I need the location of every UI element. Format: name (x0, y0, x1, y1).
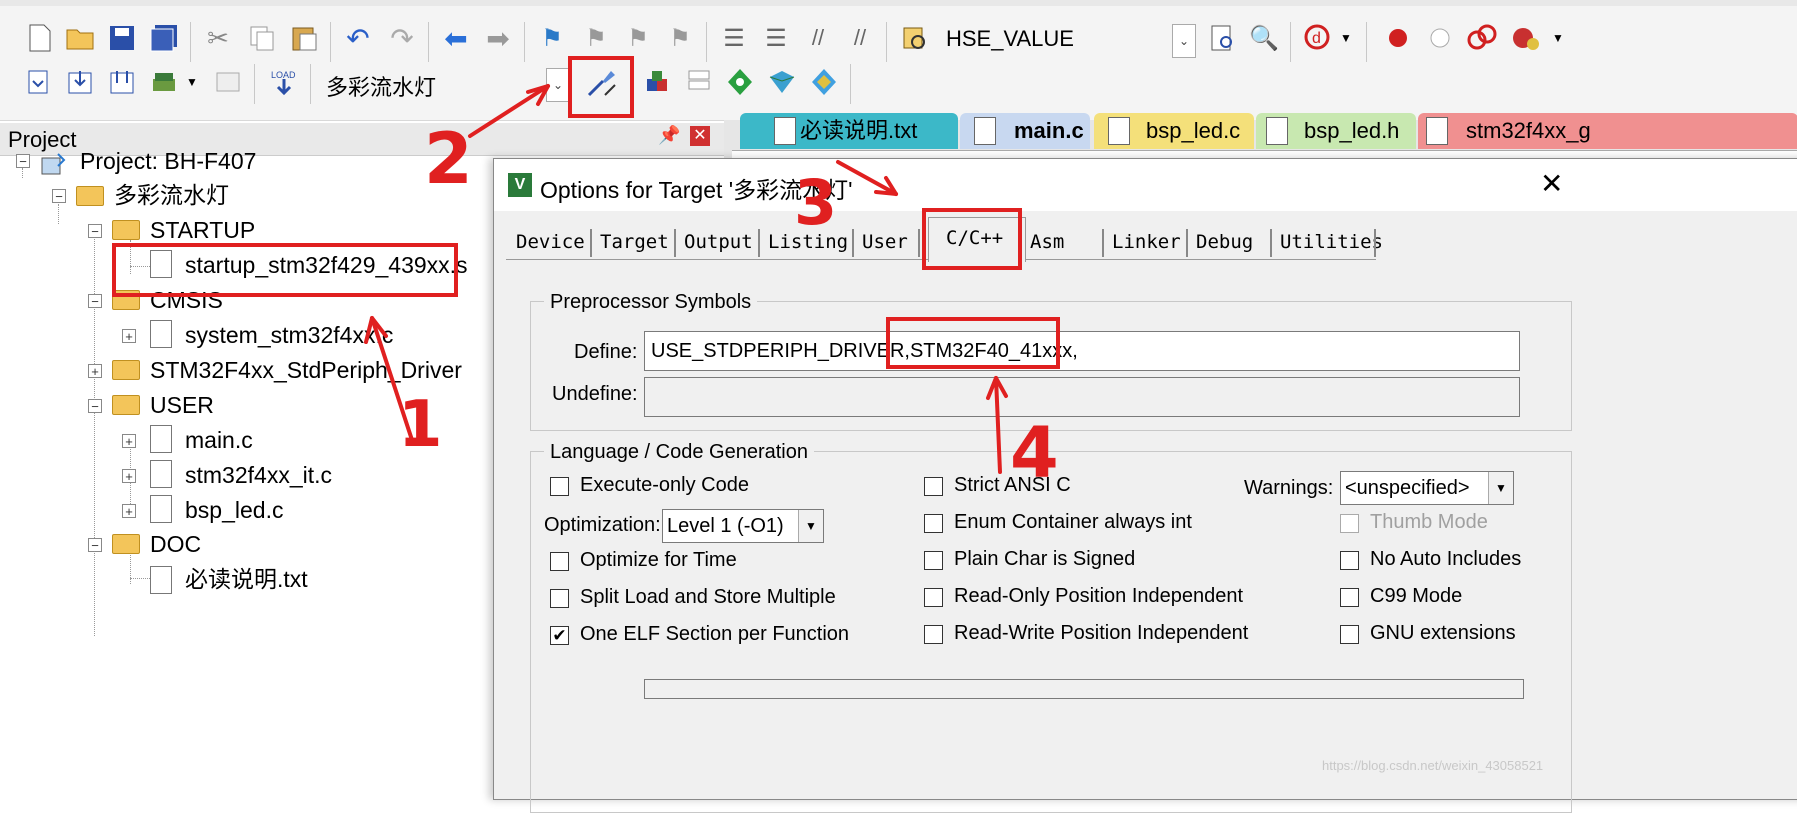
arrow-4 (994, 376, 1002, 474)
annotation-number: 3 (794, 166, 838, 239)
annotation-arrows (364, 84, 1008, 474)
watermark: https://blog.csdn.net/weixin_43058521 (1322, 758, 1544, 773)
arrow-2 (468, 84, 550, 138)
annotation-number: 4 (1010, 412, 1059, 494)
annotation-number: 2 (424, 118, 473, 200)
annotation-number: 1 (398, 388, 443, 462)
